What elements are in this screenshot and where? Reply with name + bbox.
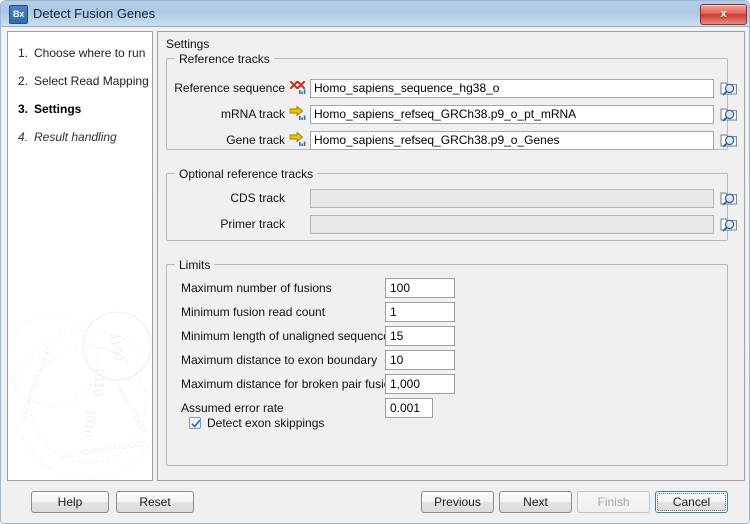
close-icon: x: [720, 8, 727, 20]
panel-header: Settings: [166, 37, 210, 51]
step-label: Choose where to run: [34, 46, 146, 60]
browse-primer-track-button[interactable]: [720, 215, 738, 232]
browse-reference-sequence-button[interactable]: [720, 79, 738, 96]
step-number: 2.: [18, 74, 29, 88]
checkbox-label: Detect exon skippings: [207, 416, 325, 430]
group-limits: Limits Maximum number of fusions 100 Min…: [166, 258, 728, 466]
svg-text:1010: 1010: [80, 407, 100, 438]
browse-cds-track-button[interactable]: [720, 189, 738, 206]
dialog-button-bar: Help Reset Previous Next Finish Cancel: [1, 485, 749, 523]
input-minimum-length-of-unaligned-sequence[interactable]: 15: [385, 326, 455, 346]
input-cds-track[interactable]: [310, 189, 714, 208]
arrow-track-icon: [289, 105, 306, 120]
title-bar: Bx Detect Fusion Genes x: [1, 1, 749, 27]
label-mrna-track: mRNA track: [220, 107, 285, 121]
cancel-button[interactable]: Cancel: [655, 491, 728, 513]
dialog-body: 1100 0110 1010 TACGGATCAGCTTAGCAT GATTAC…: [7, 31, 745, 481]
step-label: Result handling: [34, 130, 117, 144]
reset-button[interactable]: Reset: [116, 491, 194, 513]
window-title: Detect Fusion Genes: [33, 6, 156, 21]
svg-text:GATTACAGGCATTCAGGC: GATTACAGGCATTCAGGC: [61, 441, 147, 460]
group-optional-reference-tracks: Optional reference tracks CDS track Prim…: [166, 167, 737, 241]
input-primer-track[interactable]: [310, 215, 714, 234]
label-cds-track: CDS track: [230, 191, 285, 205]
sidebar-item-select-read-mapping[interactable]: 2. Select Read Mapping: [18, 74, 150, 88]
arrow-track-icon: [289, 131, 306, 146]
decorative-watermark: 1100 0110 1010 TACGGATCAGCTTAGCAT GATTAC…: [8, 311, 152, 479]
check-icon: [191, 419, 201, 428]
input-assumed-error-rate[interactable]: 0.001: [385, 398, 433, 418]
close-button[interactable]: x: [700, 4, 747, 25]
input-maximum-number-of-fusions[interactable]: 100: [385, 278, 455, 298]
sidebar-item-result-handling[interactable]: 4. Result handling: [18, 130, 150, 144]
browse-mrna-track-button[interactable]: [720, 105, 738, 122]
step-label: Settings: [34, 102, 82, 116]
input-minimum-fusion-read-count[interactable]: 1: [385, 302, 455, 322]
previous-button[interactable]: Previous: [421, 491, 494, 513]
next-button[interactable]: Next: [499, 491, 572, 513]
sidebar-item-choose-where-to-run[interactable]: 1. Choose where to run: [18, 46, 150, 60]
label-reference-sequence: Reference sequence: [174, 81, 285, 95]
svg-text:CTAGGCATTCAGA: CTAGGCATTCAGA: [110, 378, 147, 435]
browse-gene-track-button[interactable]: [720, 131, 738, 148]
svg-text:1100: 1100: [107, 332, 127, 362]
wizard-step-sidebar: 1100 0110 1010 TACGGATCAGCTTAGCAT GATTAC…: [7, 31, 153, 481]
settings-panel: Settings Reference tracks Reference sequ…: [157, 31, 745, 481]
input-reference-sequence[interactable]: Homo_sapiens_sequence_hg38_o: [310, 79, 714, 98]
group-title-reference-tracks: Reference tracks: [175, 52, 274, 66]
label-gene-track: Gene track: [226, 133, 285, 147]
sidebar-item-settings[interactable]: 3. Settings: [18, 102, 150, 116]
step-label: Select Read Mapping: [34, 74, 149, 88]
input-mrna-track[interactable]: Homo_sapiens_refseq_GRCh38.p9_o_pt_mRNA: [310, 105, 714, 124]
group-reference-tracks: Reference tracks Reference sequence Homo…: [166, 52, 737, 150]
step-number: 4.: [18, 130, 29, 144]
group-title-limits: Limits: [175, 258, 215, 272]
input-gene-track[interactable]: Homo_sapiens_refseq_GRCh38.p9_o_Genes: [310, 131, 714, 150]
finish-button: Finish: [577, 491, 650, 513]
group-title-optional-reference-tracks: Optional reference tracks: [175, 167, 318, 181]
app-icon: Bx: [9, 5, 28, 24]
step-number: 1.: [18, 46, 29, 60]
input-maximum-distance-for-broken-pair-fusions[interactable]: 1,000: [385, 374, 455, 394]
chromosome-track-icon: [289, 80, 306, 94]
input-maximum-distance-to-exon-boundary[interactable]: 10: [385, 350, 455, 370]
svg-text:0110: 0110: [91, 368, 108, 397]
svg-text:TACGGATCAGCTTAGCAT: TACGGATCAGCTTAGCAT: [17, 346, 53, 429]
checkbox-box[interactable]: [189, 417, 201, 429]
help-button[interactable]: Help: [31, 491, 109, 513]
label-primer-track: Primer track: [220, 217, 285, 231]
step-number: 3.: [18, 102, 29, 116]
dialog-window: Bx Detect Fusion Genes x 1100 0110 1010: [0, 0, 750, 524]
